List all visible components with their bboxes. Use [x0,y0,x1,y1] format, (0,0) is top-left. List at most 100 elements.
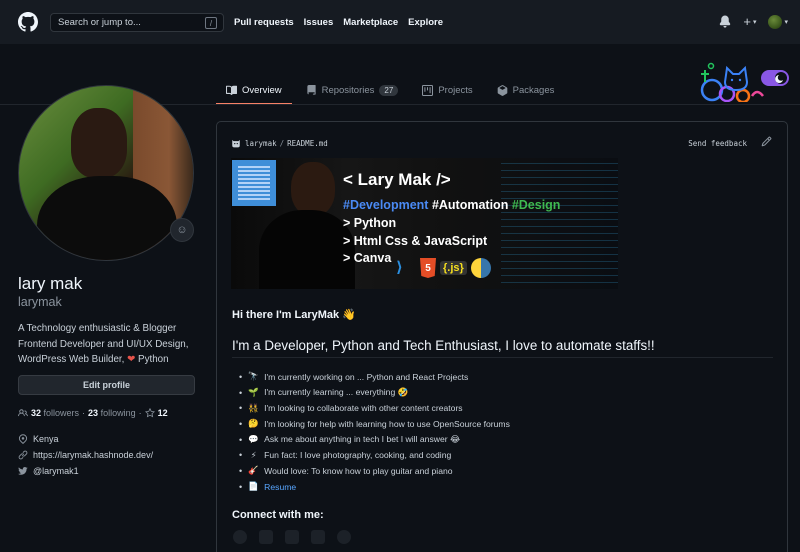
search-shortcut-key: / [205,17,217,29]
star-icon [144,408,155,418]
readme-panel: larymak / README.md Send feedback < Lary… [216,121,788,552]
readme-greeting: Hi there I'm LaryMak 👋 [232,309,356,321]
heart-icon: ❤ [127,354,136,365]
location: Kenya [18,434,59,444]
document-icon: 📄 [248,481,259,492]
readme-path: larymak / README.md [231,138,328,148]
header-nav: Pull requests Issues Marketplace Explore [234,17,453,28]
chevron-down-icon: ▾ [784,18,788,26]
tab-repositories[interactable]: Repositories 27 [296,76,409,105]
list-item: 🤔I'm looking for help with learning how … [239,416,510,432]
lightning-icon: ⚡ [250,449,257,460]
list-item: 👯I'm looking to collaborate with other c… [239,400,510,416]
profile-bio: A Technology enthusiastic & Blogger Fron… [18,321,198,368]
nav-issues[interactable]: Issues [304,17,334,28]
python-icon [470,258,491,278]
twitter-icon[interactable] [285,530,299,544]
create-new-button[interactable]: + ▾ [743,14,756,29]
hashnode-icon[interactable] [233,530,247,544]
search-placeholder: Search or jump to... [58,17,141,28]
profile-login: larymak [18,295,62,309]
bell-icon[interactable] [719,15,731,28]
link-icon [18,450,28,460]
qr-code-icon [232,160,276,206]
bio-line-3: WordPress Web Builder, ❤ Python [18,354,169,365]
nav-marketplace[interactable]: Marketplace [343,17,398,28]
pencil-icon[interactable] [761,136,772,147]
package-icon [497,85,507,96]
social-links [233,530,351,544]
edit-profile-button[interactable]: Edit profile [18,375,195,395]
banner-tech-icons: ⟩ 5 {.js} [396,258,491,278]
speech-bubble-icon: 💬 [248,434,259,445]
seedling-icon: 🌱 [248,387,259,398]
linkedin-icon[interactable] [311,530,325,544]
chevron-down-icon: ▾ [752,18,757,26]
youtube-icon[interactable] [259,530,273,544]
nav-pull-requests[interactable]: Pull requests [234,17,294,28]
thinking-face-icon: 🤔 [248,418,259,429]
github-logo-icon[interactable] [18,12,38,32]
banner-line-canva: > Canva [343,251,392,265]
readme-headline: I'm a Developer, Python and Tech Enthusi… [232,338,655,353]
readme-owner[interactable]: larymak [245,139,277,148]
tab-overview-label: Overview [242,85,282,96]
nav-explore[interactable]: Explore [408,17,443,28]
tab-packages[interactable]: Packages [487,76,565,105]
guitar-icon: 🎸 [248,465,259,476]
user-menu-button[interactable]: ▾ [768,14,788,29]
plus-icon: + [743,14,751,29]
top-header: Search or jump to... / Pull requests Iss… [0,0,800,44]
avatar-small [768,14,783,29]
website: https://larymak.hashnode.dev/ [18,450,153,460]
send-feedback-link[interactable]: Send feedback [688,139,747,148]
repo-icon [306,85,316,95]
search-input[interactable]: Search or jump to... / [50,13,224,32]
location-icon [18,434,28,444]
list-item: 📄 Resume [239,479,510,495]
follow-stats: 32 followers · 23 following · 12 [18,408,168,418]
stars-link[interactable]: 12 [144,408,168,418]
vscode-icon: ⟩ [396,259,403,276]
tab-repositories-label: Repositories [321,85,375,96]
followers-link[interactable]: 32 followers [31,408,79,418]
connect-heading: Connect with me: [232,509,324,521]
header-actions: + ▾ ▾ [719,14,788,29]
twitter-icon [18,467,28,475]
website-link[interactable]: https://larymak.hashnode.dev/ [33,450,153,460]
following-link[interactable]: 23 following [88,408,136,418]
telescope-icon: 🔭 [248,371,259,382]
profile-tabs: Overview Repositories 27 Projects Packag… [216,76,568,105]
bio-line-1: A Technology enthusiastic & Blogger [18,323,177,334]
tab-overview[interactable]: Overview [216,76,292,105]
profile-name: lary mak [18,274,83,293]
list-item: 🌱I'm currently learning ... everything 🤣 [239,385,510,401]
banner-title: < Lary Mak /> [343,170,451,189]
readme-file[interactable]: README.md [287,139,328,148]
profile-avatar [18,85,194,261]
tab-projects-label: Projects [438,85,473,96]
set-status-button[interactable]: ☺ [170,218,194,242]
instagram-icon[interactable] [337,530,351,544]
smiley-icon: ☺ [176,224,188,236]
readme-list: 🔭I'm currently working on ... Python and… [239,369,510,495]
book-icon [226,85,237,95]
banner-line-web: > Html Css & JavaScript [343,234,488,248]
dancers-icon: 👯 [248,402,259,413]
bio-line-2: Frontend Developer and UI/UX Design, [18,338,189,350]
tab-projects[interactable]: Projects [412,76,482,105]
banner-hashtags: #Development #Automation #Design [343,198,561,212]
list-item: 💬Ask me about anything in tech I bet I w… [239,432,510,448]
twitter-link[interactable]: @larymak1 [33,466,79,476]
octocat-illustration-icon [700,62,789,102]
smiley-icon [232,139,240,148]
repo-count-badge: 27 [379,85,399,96]
list-item: ⚡Fun fact: I love photography, cooking, … [239,447,510,463]
list-item: 🎸Would love: To know how to play guitar … [239,463,510,479]
project-icon [422,85,434,96]
tab-packages-label: Packages [512,85,555,96]
javascript-icon: {.js} [440,261,467,275]
headline-divider [232,357,773,358]
twitter: @larymak1 [18,466,79,476]
resume-link[interactable]: Resume [264,482,296,492]
